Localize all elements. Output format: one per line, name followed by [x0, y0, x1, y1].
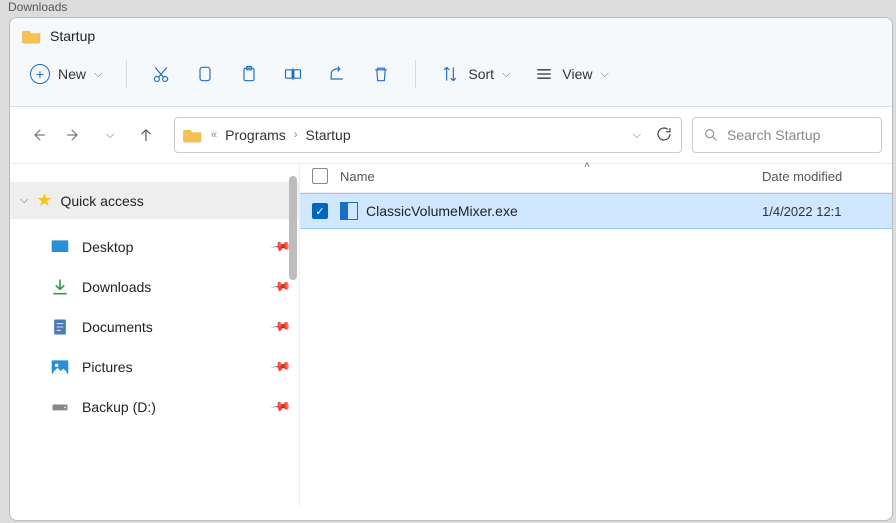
desktop-icon [50, 237, 70, 257]
refresh-icon [655, 125, 673, 143]
sidebar-item-pictures[interactable]: Pictures 📌 [10, 347, 299, 387]
sidebar-item-label: Documents [82, 319, 153, 335]
refresh-button[interactable] [655, 125, 673, 146]
column-headers: ˄ Name Date modified [300, 164, 892, 193]
chevron-right-icon: › [294, 129, 298, 141]
search-placeholder: Search Startup [727, 127, 820, 143]
address-dropdown[interactable]: ⌵ [633, 129, 641, 142]
file-row[interactable]: ✓ ClassicVolumeMixer.exe 1/4/2022 12:1 [300, 193, 892, 229]
toolbar: + New ⌵ Sort ⌵ View [10, 50, 892, 107]
trash-icon [371, 64, 391, 84]
checkbox-checked-icon[interactable]: ✓ [312, 203, 328, 219]
sidebar-item-backup-d[interactable]: Backup (D:) 📌 [10, 387, 299, 427]
new-label: New [58, 66, 86, 82]
search-icon [703, 127, 719, 143]
sidebar: ⌵ ★ Quick access Desktop 📌 Downloads 📌 D [10, 164, 300, 506]
sort-label: Sort [468, 66, 494, 82]
search-box[interactable]: Search Startup [692, 117, 882, 153]
file-date: 1/4/2022 12:1 [762, 204, 892, 219]
sidebar-item-label: Desktop [82, 239, 133, 255]
file-pane: ˄ Name Date modified ✓ ClassicVolumeMixe… [300, 164, 892, 506]
sort-indicator-icon: ˄ [584, 160, 590, 171]
rename-button[interactable] [273, 58, 313, 90]
plus-icon: + [30, 64, 50, 84]
share-icon [327, 64, 347, 84]
arrow-up-icon [137, 126, 155, 144]
pictures-icon [50, 357, 70, 377]
quick-access-list: Desktop 📌 Downloads 📌 Documents 📌 Pictur… [10, 219, 299, 435]
pin-icon: 📌 [270, 316, 293, 339]
column-date[interactable]: Date modified [762, 169, 892, 184]
breadcrumb-ellipsis[interactable]: « [211, 129, 217, 141]
forward-button[interactable] [60, 121, 88, 149]
view-label: View [562, 66, 592, 82]
sort-icon [440, 64, 460, 84]
divider [415, 60, 416, 88]
share-button[interactable] [317, 58, 357, 90]
quick-access-label: Quick access [60, 193, 143, 209]
pin-icon: 📌 [270, 396, 293, 419]
select-all-checkbox[interactable] [312, 168, 328, 184]
cut-button[interactable] [141, 58, 181, 90]
chevron-down-icon: ⌵ [106, 129, 114, 142]
address-bar[interactable]: « Programs › Startup ⌵ [174, 117, 682, 153]
breadcrumb-parent[interactable]: Programs [225, 127, 286, 143]
chevron-down-icon: ⌵ [600, 68, 608, 81]
paste-button[interactable] [229, 58, 269, 90]
explorer-window: Startup + New ⌵ Sort ⌵ [9, 17, 893, 521]
content-area: ⌵ ★ Quick access Desktop 📌 Downloads 📌 D [10, 164, 892, 506]
recent-dropdown[interactable]: ⌵ [96, 121, 124, 149]
pin-icon: 📌 [270, 356, 293, 379]
titlebar: Startup [10, 18, 892, 50]
copy-icon [195, 64, 215, 84]
folder-icon [183, 125, 203, 145]
breadcrumb-current[interactable]: Startup [305, 127, 350, 143]
pin-icon: 📌 [270, 276, 293, 299]
document-icon [50, 317, 70, 337]
sort-button[interactable]: Sort ⌵ [430, 58, 520, 90]
sidebar-item-documents[interactable]: Documents 📌 [10, 307, 299, 347]
delete-button[interactable] [361, 58, 401, 90]
view-button[interactable]: View ⌵ [524, 58, 618, 90]
chevron-down-icon: ⌵ [502, 68, 510, 81]
view-icon [534, 64, 554, 84]
drive-icon [50, 397, 70, 417]
new-button[interactable]: + New ⌵ [20, 58, 112, 90]
window-title: Startup [50, 28, 95, 44]
sidebar-item-label: Downloads [82, 279, 151, 295]
sidebar-item-downloads[interactable]: Downloads 📌 [10, 267, 299, 307]
nav-arrows: ⌵ [20, 121, 164, 149]
star-icon: ★ [36, 190, 52, 211]
copy-button[interactable] [185, 58, 225, 90]
folder-icon [22, 26, 42, 46]
rename-icon [283, 64, 303, 84]
chevron-down-icon: ⌵ [20, 194, 28, 207]
file-name: ClassicVolumeMixer.exe [366, 203, 518, 219]
download-icon [50, 277, 70, 297]
sidebar-item-label: Pictures [82, 359, 133, 375]
arrow-right-icon [65, 126, 83, 144]
quick-access-header[interactable]: ⌵ ★ Quick access [10, 182, 299, 219]
column-name[interactable]: Name [340, 169, 762, 184]
sidebar-item-desktop[interactable]: Desktop 📌 [10, 227, 299, 267]
sidebar-item-label: Backup (D:) [82, 399, 156, 415]
back-button[interactable] [24, 121, 52, 149]
arrow-left-icon [29, 126, 47, 144]
exe-icon [340, 202, 358, 220]
navigation-row: ⌵ « Programs › Startup ⌵ Search Startup [10, 107, 892, 164]
chevron-down-icon: ⌵ [94, 68, 102, 81]
clipboard-icon [239, 64, 259, 84]
background-tab-label: Downloads [0, 0, 896, 16]
divider [126, 60, 127, 88]
scissors-icon [151, 64, 171, 84]
scrollbar-thumb[interactable] [289, 176, 297, 280]
up-button[interactable] [132, 121, 160, 149]
